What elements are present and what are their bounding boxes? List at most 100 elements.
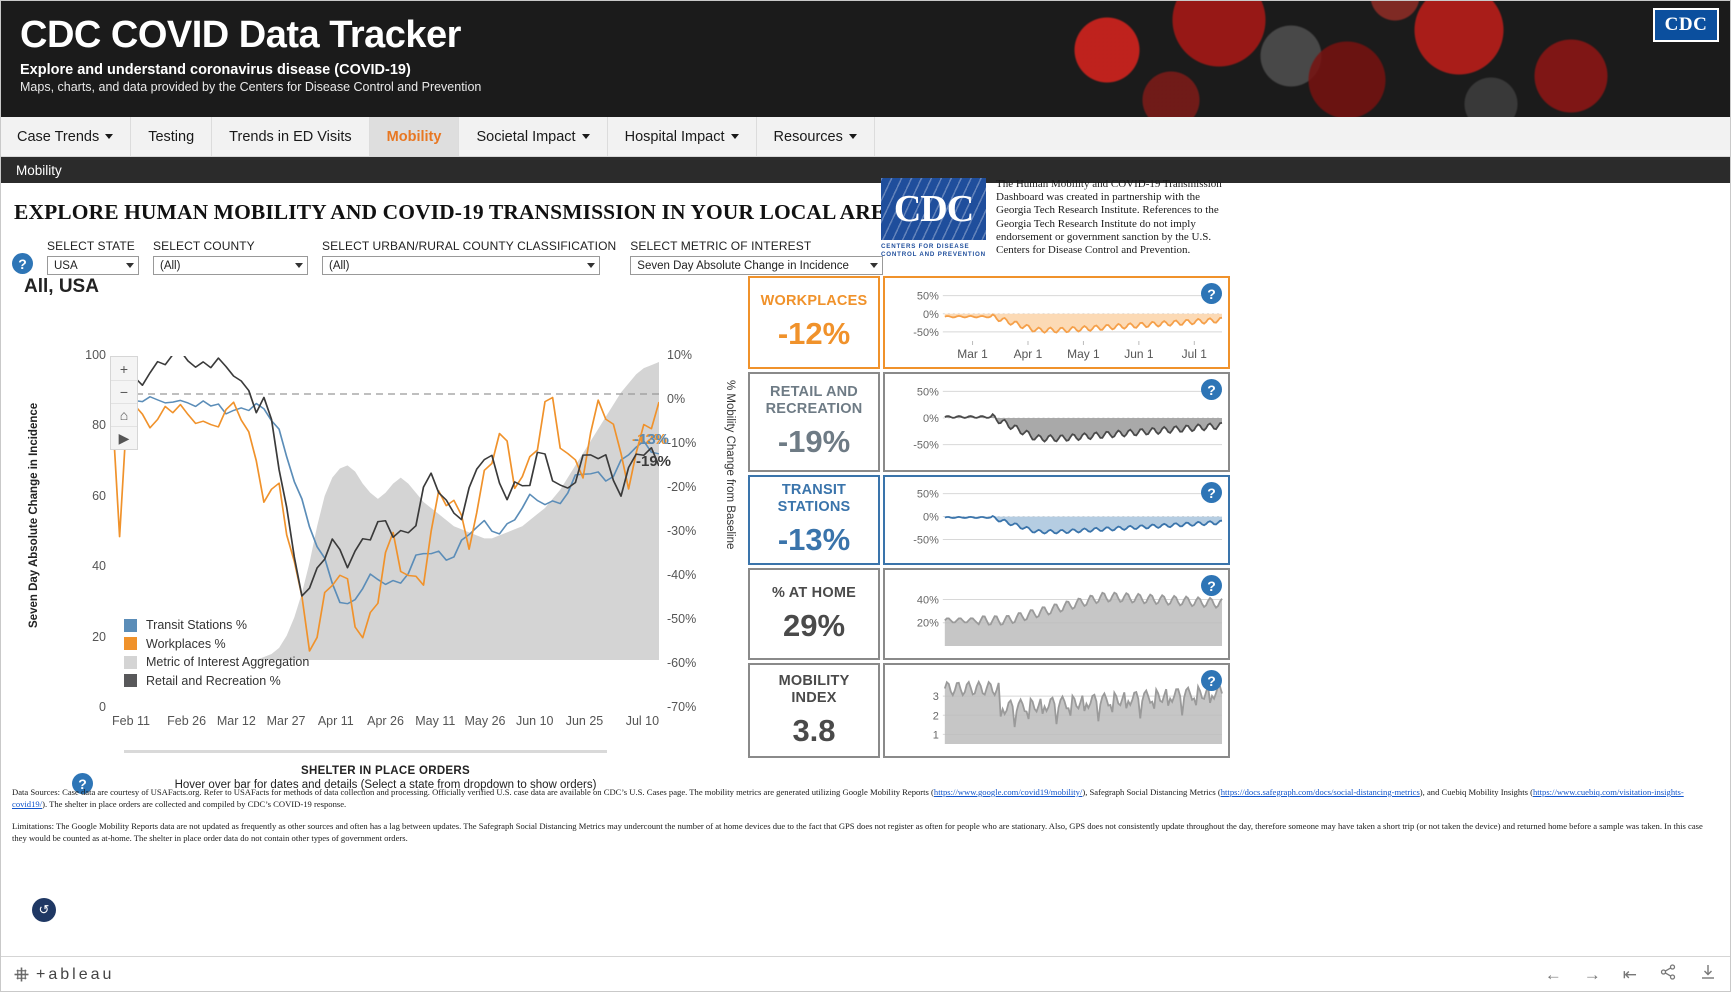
sparkline-y-tick: 0% [923,309,939,321]
select-select-county[interactable]: (All) [153,256,308,275]
legend-label: Transit Stations % [146,618,247,633]
legend-label: Metric of Interest Aggregation [146,655,310,670]
chevron-down-icon [126,263,134,268]
site-banner: CDC COVID Data Tracker Explore and under… [0,0,1731,117]
kpi-card-title: TRANSIT STATIONS [777,482,851,515]
sources-text-4: ). The shelter in place orders are colle… [42,798,347,809]
kpi-card--at-home[interactable]: % AT HOME 29% [748,568,880,660]
x-tick: Jun 10 [515,714,554,728]
tableau-brand[interactable]: +ableau [14,966,114,984]
y-tick-right: -30% [667,524,697,538]
control-group: SELECT COUNTY (All) [153,239,308,275]
kpi-card-mobility-index[interactable]: MOBILITY INDEX 3.8 [748,663,880,758]
nav-item-label: Trends in ED Visits [229,128,352,145]
nav-item-mobility[interactable]: Mobility [369,117,460,156]
sparkline-svg: 50% 0% -50% [913,386,1223,452]
kpi-help-icon[interactable]: ? [1201,575,1222,596]
cdc-logo[interactable]: CDC [1653,8,1719,42]
kpi-card-retail-and-recreation[interactable]: RETAIL AND RECREATION -19% [748,372,880,472]
kpi-sparkline--at-home[interactable]: 40% 20%? [883,568,1230,660]
sparkline-y-tick: 50% [917,291,939,303]
legend-item[interactable]: Workplaces % [124,635,309,654]
play-icon[interactable]: ▶ [111,426,137,449]
sparkline-y-tick: -50% [913,440,939,452]
filters-help-icon[interactable]: ? [12,253,33,274]
select-select-state[interactable]: USA [47,256,139,275]
app-root: CDC COVID Data Tracker Explore and under… [0,0,1731,992]
legend-item[interactable]: Retail and Recreation % [124,672,309,691]
y-tick-right: -10% [667,436,697,450]
nav-item-label: Case Trends [17,128,100,145]
time-slider[interactable] [124,750,607,753]
plot-area[interactable] [112,356,659,660]
y-tick-left: 0 [99,700,106,714]
forward-arrow-icon[interactable]: → [1584,965,1601,985]
kpi-help-icon[interactable]: ? [1201,482,1222,503]
sparkline-svg: 3 2 1 [933,679,1223,744]
series-end-label: -13% [634,431,670,448]
nav-item-label: Hospital Impact [624,128,725,145]
chevron-down-icon [870,263,879,268]
sparkline-y-tick: -50% [913,535,939,547]
sources-text-1: Data Sources: Case data are courtesy of … [12,787,934,797]
home-icon[interactable]: ⌂ [111,403,137,426]
download-icon[interactable] [1699,963,1717,986]
zoom-out-icon[interactable]: − [111,380,137,403]
kpi-card-workplaces[interactable]: WORKPLACES -12% [748,276,880,369]
sparkline-y-tick: 20% [917,618,939,630]
x-tick: Feb 11 [112,714,150,728]
kpi-card-title: % AT HOME [772,584,856,601]
y-tick-right: -70% [667,700,697,714]
kpi-sparkline-workplaces[interactable]: 50% 0% -50% Mar 1 Apr 1 May 1 Jun 1 Jul 1? [883,276,1230,369]
main-plot-svg [112,356,659,660]
kpi-help-icon[interactable]: ? [1201,379,1222,400]
kpi-sparkline-retail-and-recreation[interactable]: 50% 0% -50%? [883,372,1230,472]
chart-legend: Transit Stations % Workplaces % Metric of … [124,616,309,690]
select-select-urban-rural-county-classification[interactable]: (All) [322,256,600,275]
y-tick-right: 0% [667,392,686,406]
nav-item-societal-impact[interactable]: Societal Impact [459,117,608,156]
nav-item-case-trends[interactable]: Case Trends [0,117,132,156]
y-tick-right: -50% [667,612,697,626]
zoom-in-icon[interactable]: + [111,357,137,380]
sources-text-3: ), and Cuebiq Mobility Insights ( [1419,787,1533,797]
kpi-card-transit-stations[interactable]: TRANSIT STATIONS -13% [748,475,880,565]
y-tick-left: 40 [92,559,106,574]
footnotes: Data Sources: Case data are courtesy of … [12,787,1712,844]
x-tick: Jul 10 [625,714,660,728]
site-subtitle-secondary: Maps, charts, and data provided by the C… [20,80,482,94]
kpi-sparkline-transit-stations[interactable]: 50% 0% -50%? [883,475,1230,565]
kpi-card-value: 3.8 [792,712,836,748]
partnership-block: CDC CENTERS FOR DISEASE CONTROL AND PREV… [881,178,1236,259]
select-select-metric-of-interest[interactable]: Seven Day Absolute Change in Incidence [630,256,884,275]
google-mobility-link[interactable]: https://www.google.com/covid19/mobility/ [934,787,1082,797]
nav-item-trends-in-ed-visits[interactable]: Trends in ED Visits [212,117,370,156]
page-title: EXPLORE HUMAN MOBILITY AND COVID-19 TRAN… [14,200,901,224]
back-arrow-icon[interactable]: ← [1545,965,1562,985]
refresh-icon[interactable]: ↺ [32,898,56,922]
mobility-main-chart: All, USA Seven Day Absolute Change in In… [12,276,737,922]
sparkline-y-tick: 3 [933,691,939,703]
nav-item-resources[interactable]: Resources [757,117,875,156]
kpi-help-icon[interactable]: ? [1201,283,1222,304]
legend-label: Workplaces % [146,636,226,651]
revert-icon[interactable]: ⇤ [1623,965,1637,985]
chart-zoom-controls[interactable]: + − ⌂ ▶ [110,356,138,450]
share-icon[interactable] [1659,963,1677,986]
tableau-toolbar: +ableau ← → ⇤ [0,956,1731,992]
x-tick: Mar 12 [216,714,256,728]
kpi-sparkline-mobility-index[interactable]: 3 2 1? [883,663,1230,758]
nav-item-hospital-impact[interactable]: Hospital Impact [608,117,757,156]
sparkline-y-tick: -50% [913,327,939,339]
sparkline-x-tick: May 1 [1067,347,1100,361]
nav-item-testing[interactable]: Testing [131,117,213,156]
y-axis-label-left: Seven Day Absolute Change in Incidence [28,402,40,628]
legend-item[interactable]: Metric of Interest Aggregation [124,653,309,672]
filter-controls: ? SELECT STATE USA SELECT COUNTY (All) SELEC… [12,239,1719,275]
kpi-card-value: -13% [777,522,851,557]
kpi-help-icon[interactable]: ? [1201,670,1222,691]
legend-item[interactable]: Transit Stations % [124,616,309,635]
tableau-brand-text: +ableau [36,965,115,983]
safegraph-link[interactable]: https://docs.safegraph.com/docs/social-d… [1221,787,1420,797]
x-axis: Feb 11 Feb 26 Mar 12 Mar 27 Apr 11 Apr 26 May … [112,714,659,728]
